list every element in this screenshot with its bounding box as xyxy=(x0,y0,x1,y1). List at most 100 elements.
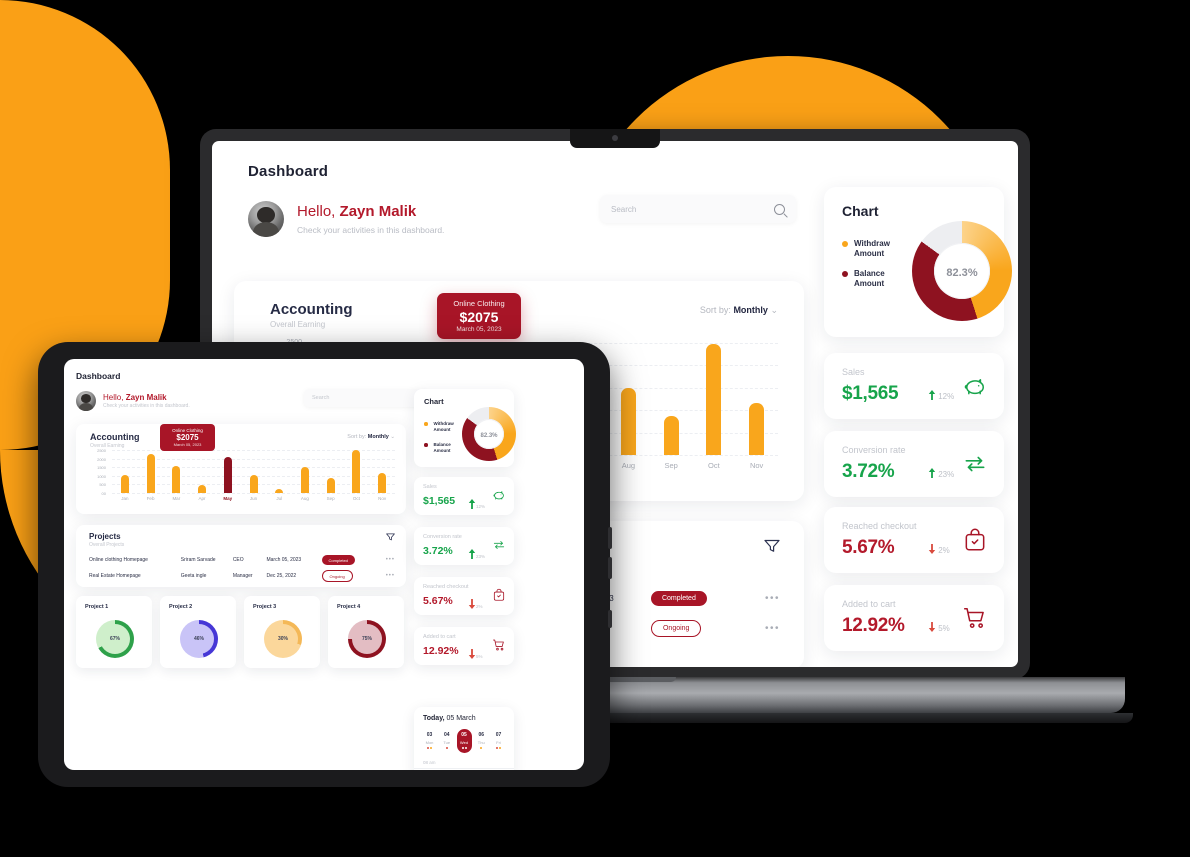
stat-card-reached-checkout[interactable]: Reached checkout 5.67% 2% xyxy=(414,577,514,615)
bar-sep[interactable] xyxy=(326,477,335,493)
event-dot xyxy=(430,747,432,749)
bar-feb[interactable] xyxy=(146,453,155,493)
calendar-event-dots xyxy=(422,747,437,749)
stat-value: 3.72% xyxy=(423,545,453,557)
calendar-day-name: Fri xyxy=(496,740,501,745)
y-axis-tick: 1000 xyxy=(97,473,106,479)
x-axis-tick: Jun xyxy=(249,496,258,501)
project-card-4[interactable]: Project 4 75% xyxy=(328,596,404,668)
stat-value: 12.92% xyxy=(423,645,459,657)
greeting-line: Hello, Zayn Malik xyxy=(297,203,444,222)
avatar xyxy=(248,201,284,237)
row-menu-button[interactable]: ••• xyxy=(744,593,780,604)
bar-jun[interactable] xyxy=(249,475,258,493)
table-row[interactable]: Online clothing Homepage Sriram Sarvade … xyxy=(89,552,395,568)
projects-subtitle: Overall Projects xyxy=(89,542,125,548)
calendar-day-number: 06 xyxy=(478,732,485,738)
cell-project-name: Real Estate Homepage xyxy=(89,573,141,579)
x-axis-tick: Aug xyxy=(300,496,309,501)
stat-label: Sales xyxy=(423,484,437,490)
bar-may[interactable] xyxy=(223,457,232,493)
bar-sep[interactable] xyxy=(663,415,679,455)
calendar-day-05[interactable]: 05 Wed xyxy=(456,729,472,753)
project-name: Project 4 xyxy=(337,604,361,610)
ring-percent: 46% xyxy=(193,636,204,642)
calendar-day-06[interactable]: 06 Thu xyxy=(474,729,489,753)
calendar-day-number: 05 xyxy=(461,732,467,738)
calendar-event-dots xyxy=(491,747,506,749)
status-badge[interactable]: Completed xyxy=(321,555,355,565)
event-dot xyxy=(464,747,467,749)
funnel-filter-icon[interactable] xyxy=(386,533,395,541)
stat-label: Added to cart xyxy=(423,634,456,640)
accounting-title: Accounting xyxy=(270,301,353,318)
user-greeting: Hello, Zayn Malik Check your activities … xyxy=(248,201,444,237)
project-card-3[interactable]: Project 3 30% xyxy=(244,596,320,668)
chevron-down-icon: ⌄ xyxy=(390,434,395,440)
y-axis-tick: 500 xyxy=(99,482,106,488)
x-axis-tick: Sep xyxy=(664,461,678,470)
stat-value: 3.72% xyxy=(842,461,895,482)
projects-title: Projects xyxy=(89,532,121,541)
sort-by-dropdown[interactable]: Sort by: Monthly ⌄ xyxy=(347,434,395,440)
project-card-2[interactable]: Project 2 46% xyxy=(160,596,236,668)
cell-owner: Sriram Sarvade xyxy=(180,557,216,563)
status-badge[interactable]: Ongoing xyxy=(321,570,353,582)
stat-card-sales[interactable]: Sales $1,565 12% xyxy=(824,353,1004,419)
chart-tooltip: Online Clothing $2075 March 05, 2023 xyxy=(437,293,521,339)
cell-date: Dec 25, 2022 xyxy=(266,573,297,579)
table-row[interactable]: Real Estate Homepage Geeta ingle Manager… xyxy=(89,568,395,584)
calendar-time-label: 08 am xyxy=(423,760,436,765)
project-name: Project 3 xyxy=(253,604,277,610)
row-menu-button[interactable]: ••• xyxy=(744,623,780,634)
page-title: Dashboard xyxy=(248,163,329,180)
sort-by-value: Monthly xyxy=(367,434,389,440)
tablet-button-volume-up[interactable] xyxy=(608,527,612,549)
shopping-cart-icon xyxy=(962,605,988,636)
bar-nov[interactable] xyxy=(749,403,765,455)
stat-card-sales[interactable]: Sales $1,565 12% xyxy=(414,477,514,515)
bar-oct[interactable] xyxy=(352,450,361,493)
bar-jul[interactable] xyxy=(275,489,284,493)
stat-card-conversion-rate[interactable]: Conversion rate 3.72% 23% xyxy=(414,527,514,565)
tablet-button-power[interactable] xyxy=(608,610,612,628)
search-icon[interactable] xyxy=(774,203,785,215)
search-input[interactable]: Search xyxy=(304,389,429,407)
sort-by-dropdown[interactable]: Sort by: Monthly ⌄ xyxy=(700,305,778,316)
legend-label: Balance Amount xyxy=(854,269,885,288)
legend-item-0: Withdraw Amount xyxy=(842,239,914,259)
stat-label: Conversion rate xyxy=(423,534,462,540)
x-axis-tick: Oct xyxy=(352,496,360,501)
stat-card-added-to-cart[interactable]: Added to cart 12.92% 5% xyxy=(824,585,1004,651)
funnel-filter-icon[interactable] xyxy=(764,539,780,553)
status-badge[interactable]: Ongoing xyxy=(650,619,702,637)
x-axis-tick: Jul xyxy=(276,496,283,501)
bar-oct[interactable] xyxy=(706,343,722,455)
stat-delta: 12% xyxy=(928,390,954,401)
bar-aug[interactable] xyxy=(300,467,309,493)
search-placeholder: Search xyxy=(312,395,330,401)
tablet-button-volume-down[interactable] xyxy=(608,557,612,579)
stat-value: 5.67% xyxy=(842,537,895,558)
calendar-day-07[interactable]: 07 Fri xyxy=(491,729,506,753)
calendar-day-number: 07 xyxy=(495,732,502,738)
calendar-day-03[interactable]: 03 Mon xyxy=(422,729,437,753)
bar-apr[interactable] xyxy=(198,485,207,493)
stat-card-reached-checkout[interactable]: Reached checkout 5.67% 2% xyxy=(824,507,1004,573)
chart-card-title: Chart xyxy=(424,397,444,406)
sort-by-label: Sort by: xyxy=(347,434,367,440)
bar-mar[interactable] xyxy=(172,465,181,493)
bar-nov[interactable] xyxy=(378,473,387,493)
bar-aug[interactable] xyxy=(620,388,636,455)
status-badge[interactable]: Completed xyxy=(650,590,707,606)
project-card-1[interactable]: Project 1 67% xyxy=(76,596,152,668)
stat-card-conversion-rate[interactable]: Conversion rate 3.72% 23% xyxy=(824,431,1004,497)
stat-card-added-to-cart[interactable]: Added to cart 12.92% 5% xyxy=(414,627,514,665)
legend-item-1: Balance Amount xyxy=(842,269,914,289)
event-dot xyxy=(445,747,448,749)
row-menu-button[interactable]: ••• xyxy=(374,573,395,579)
row-menu-button[interactable]: ••• xyxy=(374,557,395,563)
search-input[interactable]: Search xyxy=(600,195,796,223)
calendar-day-04[interactable]: 04 Tue xyxy=(439,729,454,753)
bar-jan[interactable] xyxy=(120,475,129,493)
